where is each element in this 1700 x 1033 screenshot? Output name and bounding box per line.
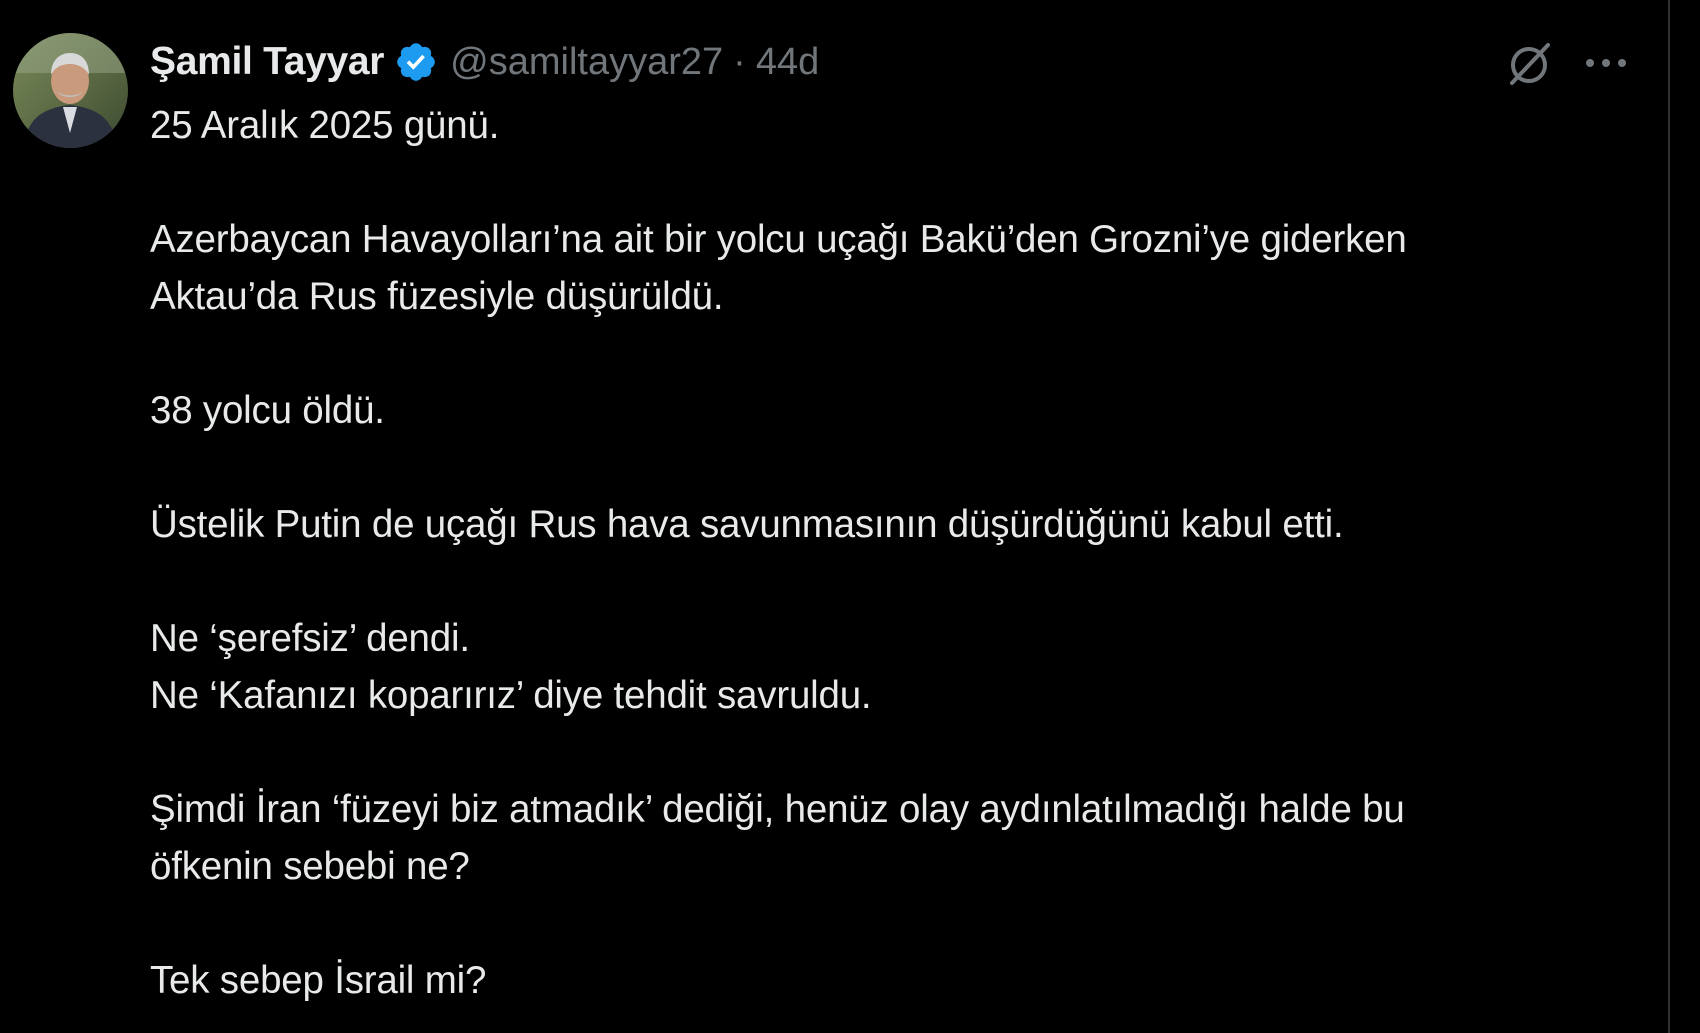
more-options-icon[interactable] <box>1578 38 1634 88</box>
tweet-text: 25 Aralık 2025 günü. Azerbaycan Havayoll… <box>150 97 1650 1009</box>
tweet-header: Şamil Tayyar @samiltayyar27 · 44d <box>150 36 819 88</box>
author-handle[interactable]: @samiltayyar27 <box>450 41 723 84</box>
tweet-timestamp[interactable]: 44d <box>756 41 819 84</box>
tweet-text-line: 25 Aralık 2025 günü. <box>150 104 500 147</box>
header-separator: · <box>733 40 746 83</box>
tweet-paragraph: Azerbaycan Havayolları’na ait bir yolcu … <box>150 211 1650 325</box>
tweet-paragraph: Tek sebep İsrail mi? <box>150 952 1650 1009</box>
tweet-text-line: 38 yolcu öldü. <box>150 389 385 432</box>
tweet-text-line: Ne ‘şerefsiz’ dendi. <box>150 617 470 660</box>
tweet-text-line: Şimdi İran ‘füzeyi biz atmadık’ dediği, … <box>150 788 1405 831</box>
tweet-text-line: öfkenin sebebi ne? <box>150 845 470 888</box>
author-display-name[interactable]: Şamil Tayyar <box>150 40 384 84</box>
tweet-paragraph: 25 Aralık 2025 günü. <box>150 97 1650 154</box>
tweet-text-line: Azerbaycan Havayolları’na ait bir yolcu … <box>150 218 1407 261</box>
tweet-paragraph: Ne ‘şerefsiz’ dendi. Ne ‘Kafanızı koparı… <box>150 610 1650 724</box>
tweet-article[interactable]: Şamil Tayyar @samiltayyar27 · 44d 25 Ara… <box>0 0 1668 1033</box>
tweet-paragraph: 38 yolcu öldü. <box>150 382 1650 439</box>
tweet-text-line: Aktau’da Rus füzesiyle düşürüldü. <box>150 275 724 318</box>
verified-badge-icon[interactable] <box>394 40 438 84</box>
author-avatar[interactable] <box>13 33 128 148</box>
tweet-text-line: Üstelik Putin de uçağı Rus hava savunmas… <box>150 503 1344 546</box>
tweet-paragraph: Şimdi İran ‘füzeyi biz atmadık’ dediği, … <box>150 781 1650 895</box>
tweet-paragraph: Üstelik Putin de uçağı Rus hava savunmas… <box>150 496 1650 553</box>
tweet-text-line: Ne ‘Kafanızı koparırız’ diye tehdit savr… <box>150 674 872 717</box>
grok-icon[interactable] <box>1500 36 1560 92</box>
column-divider <box>1668 0 1670 1033</box>
avatar-image <box>13 33 128 148</box>
tweet-text-line: Tek sebep İsrail mi? <box>150 959 487 1002</box>
